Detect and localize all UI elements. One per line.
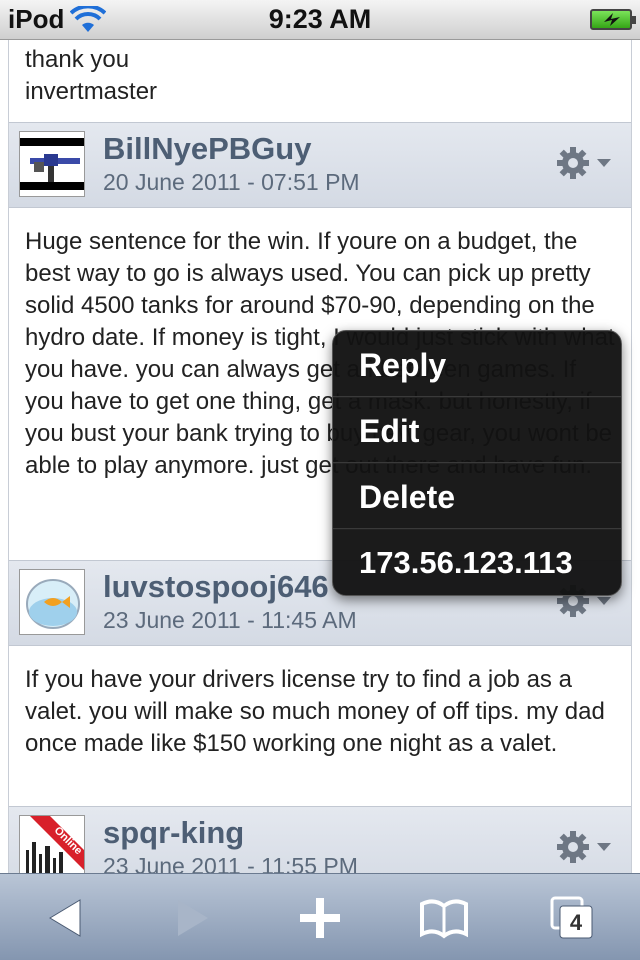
edit-menu-item[interactable]: Edit xyxy=(333,397,621,463)
avatar: Online xyxy=(19,815,85,873)
bookmarks-icon[interactable] xyxy=(414,888,474,948)
previous-post-body: thank you invertmaster xyxy=(9,44,631,108)
previous-post-line: invertmaster xyxy=(25,78,158,105)
clock: 9:23 AM xyxy=(268,4,372,34)
status-bar: iPod 9:23 AM xyxy=(0,0,640,40)
back-arrow-icon[interactable] xyxy=(36,888,96,948)
post-date: 23 June 2011 - 11:45 AM xyxy=(103,607,357,633)
paintball-gun-icon xyxy=(20,132,84,196)
battery-icon xyxy=(590,9,636,30)
plus-icon[interactable] xyxy=(290,888,350,948)
reply-menu-item[interactable]: Reply xyxy=(333,331,621,397)
gear-icon[interactable] xyxy=(557,143,617,183)
avatar xyxy=(19,131,85,197)
previous-post-line: thank you xyxy=(25,46,130,73)
post-body: If you have your drivers license try to … xyxy=(25,666,605,757)
post-date: 20 June 2011 - 07:51 PM xyxy=(103,169,360,195)
post-username[interactable]: luvstospooj646 xyxy=(103,569,329,605)
post-username[interactable]: spqr-king xyxy=(103,815,244,851)
post-options-menu: Reply Edit Delete 173.56.123.113 xyxy=(332,330,622,596)
fishbowl-icon xyxy=(20,570,84,634)
barcode-icon: Online xyxy=(20,816,84,873)
tabs-count: 4 xyxy=(569,910,583,935)
gear-icon[interactable] xyxy=(557,827,617,867)
avatar xyxy=(19,569,85,635)
browser-toolbar: 4 xyxy=(0,873,640,960)
forward-arrow-icon[interactable] xyxy=(162,888,222,948)
post-header: BillNyePBGuy 20 June 2011 - 07:51 PM xyxy=(9,122,631,208)
delete-menu-item[interactable]: Delete xyxy=(333,463,621,529)
post-username[interactable]: BillNyePBGuy xyxy=(103,131,311,167)
post-date: 23 June 2011 - 11:55 PM xyxy=(103,853,358,873)
post-header: Online spqr-king 23 June 2011 - 11:55 PM xyxy=(9,806,631,873)
ip-address-menu-item[interactable]: 173.56.123.113 xyxy=(333,529,621,595)
